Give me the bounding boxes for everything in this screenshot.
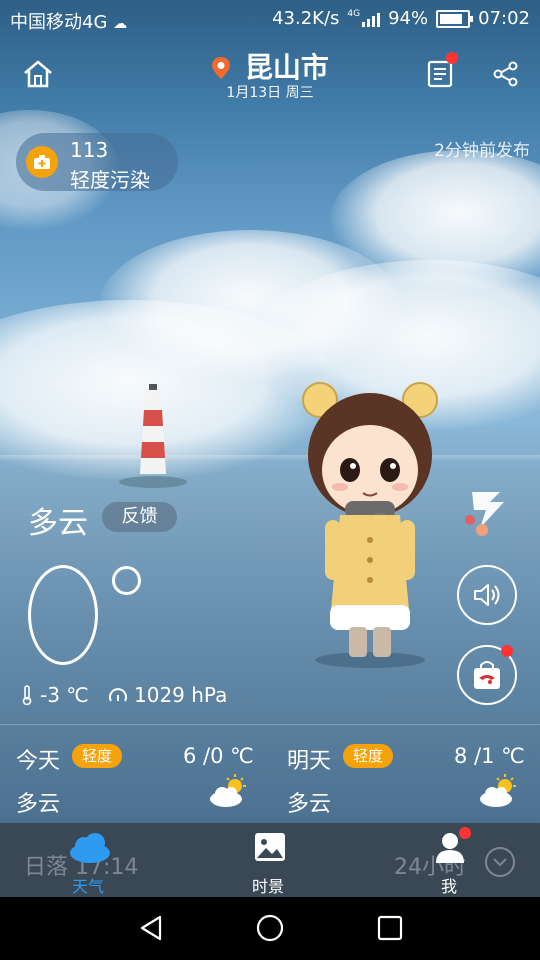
snowflake-effect-button[interactable] bbox=[460, 480, 512, 542]
feedback-button[interactable]: 反馈 bbox=[102, 502, 177, 532]
home-circle-icon[interactable] bbox=[255, 913, 285, 943]
clock: 07:02 bbox=[478, 8, 530, 29]
tomorrow-temp-range: 8 /1 ℃ bbox=[454, 744, 525, 768]
character-illustration bbox=[302, 382, 438, 668]
back-icon[interactable] bbox=[136, 913, 166, 943]
forecast-divider bbox=[0, 724, 540, 725]
sound-button[interactable] bbox=[457, 565, 517, 625]
tomorrow-label: 明天 bbox=[287, 749, 332, 774]
shop-button[interactable] bbox=[457, 645, 517, 705]
share-button[interactable] bbox=[486, 54, 526, 94]
nav-label-weather: 天气 bbox=[72, 877, 105, 896]
nav-tab-scenes[interactable]: 时景 bbox=[240, 823, 300, 897]
current-condition: 多云 bbox=[28, 506, 88, 541]
today-label: 今天 bbox=[16, 749, 61, 774]
tomorrow-condition: 多云 bbox=[287, 792, 332, 817]
today-aqi-badge: 轻度 bbox=[72, 744, 123, 768]
horizon-line bbox=[0, 455, 540, 461]
today-temp-range: 6 /0 ℃ bbox=[183, 744, 254, 768]
news-button[interactable] bbox=[420, 52, 460, 94]
weather-screen: 中国移动4G ☁ 43.2K/s 4G 94% 07:02 昆山市 1月13日 … bbox=[0, 0, 540, 960]
body-temp: -3 ℃ bbox=[20, 683, 89, 707]
carrier-label: 中国移动4G bbox=[10, 12, 108, 33]
partly-cloudy-icon bbox=[210, 774, 246, 807]
recents-icon[interactable] bbox=[375, 913, 405, 943]
status-right: 43.2K/s 4G 94% 07:02 bbox=[272, 8, 530, 29]
news-notification-dot bbox=[446, 52, 458, 64]
aqi-value: 113 bbox=[70, 138, 109, 162]
location-pin-icon bbox=[212, 57, 231, 79]
snowflake-icon bbox=[465, 492, 504, 536]
battery-percent: 94% bbox=[388, 8, 429, 29]
publish-time: 2分钟前发布 bbox=[434, 141, 530, 161]
tomorrow-aqi-badge: 轻度 bbox=[343, 744, 394, 768]
top-bar: 昆山市 1月13日 周三 bbox=[0, 40, 540, 108]
chevron-down-icon[interactable] bbox=[484, 846, 516, 878]
nav-label-me: 我 bbox=[441, 877, 458, 896]
aqi-pill[interactable]: 113 轻度污染 bbox=[16, 133, 178, 192]
status-bar: 中国移动4G ☁ 43.2K/s 4G 94% 07:02 bbox=[0, 0, 540, 38]
cloud-icon bbox=[70, 833, 110, 863]
thermometer-icon bbox=[22, 685, 32, 706]
weather-status-icon: ☁ bbox=[113, 16, 128, 32]
today-condition: 多云 bbox=[16, 792, 61, 817]
cloud-decoration bbox=[100, 230, 400, 380]
partly-cloudy-icon bbox=[480, 774, 516, 807]
nav-tab-weather[interactable]: 天气 bbox=[60, 823, 120, 897]
lighthouse-illustration bbox=[119, 384, 187, 488]
system-nav-bar bbox=[0, 897, 540, 960]
signal-icon: 4G bbox=[347, 8, 381, 27]
temperature-digit bbox=[28, 565, 98, 665]
network-type: 4G bbox=[347, 8, 361, 19]
degree-symbol bbox=[112, 566, 141, 595]
photo-icon bbox=[255, 833, 285, 861]
speaker-icon bbox=[474, 584, 500, 606]
pressure: 1029 hPa bbox=[108, 683, 227, 707]
shopping-bag-icon bbox=[474, 661, 500, 689]
shop-notification-dot bbox=[501, 645, 513, 657]
share-icon bbox=[493, 61, 518, 87]
status-left: 中国移动4G ☁ bbox=[10, 8, 127, 34]
nav-tab-me[interactable]: 我 bbox=[420, 823, 480, 897]
pressure-value: 1029 hPa bbox=[134, 683, 228, 707]
aqi-icon bbox=[26, 146, 58, 178]
battery-icon bbox=[436, 9, 474, 28]
network-speed: 43.2K/s bbox=[272, 8, 340, 29]
gauge-icon bbox=[109, 688, 127, 702]
nav-label-scenes: 时景 bbox=[252, 877, 285, 896]
city-name: 昆山市 bbox=[244, 51, 329, 84]
aqi-level: 轻度污染 bbox=[70, 168, 150, 192]
body-temp-value: -3 ℃ bbox=[40, 683, 89, 707]
me-notification-dot bbox=[459, 827, 471, 839]
bottom-nav: 日落 17:14 24小时 天气 时景 我 bbox=[0, 823, 540, 897]
